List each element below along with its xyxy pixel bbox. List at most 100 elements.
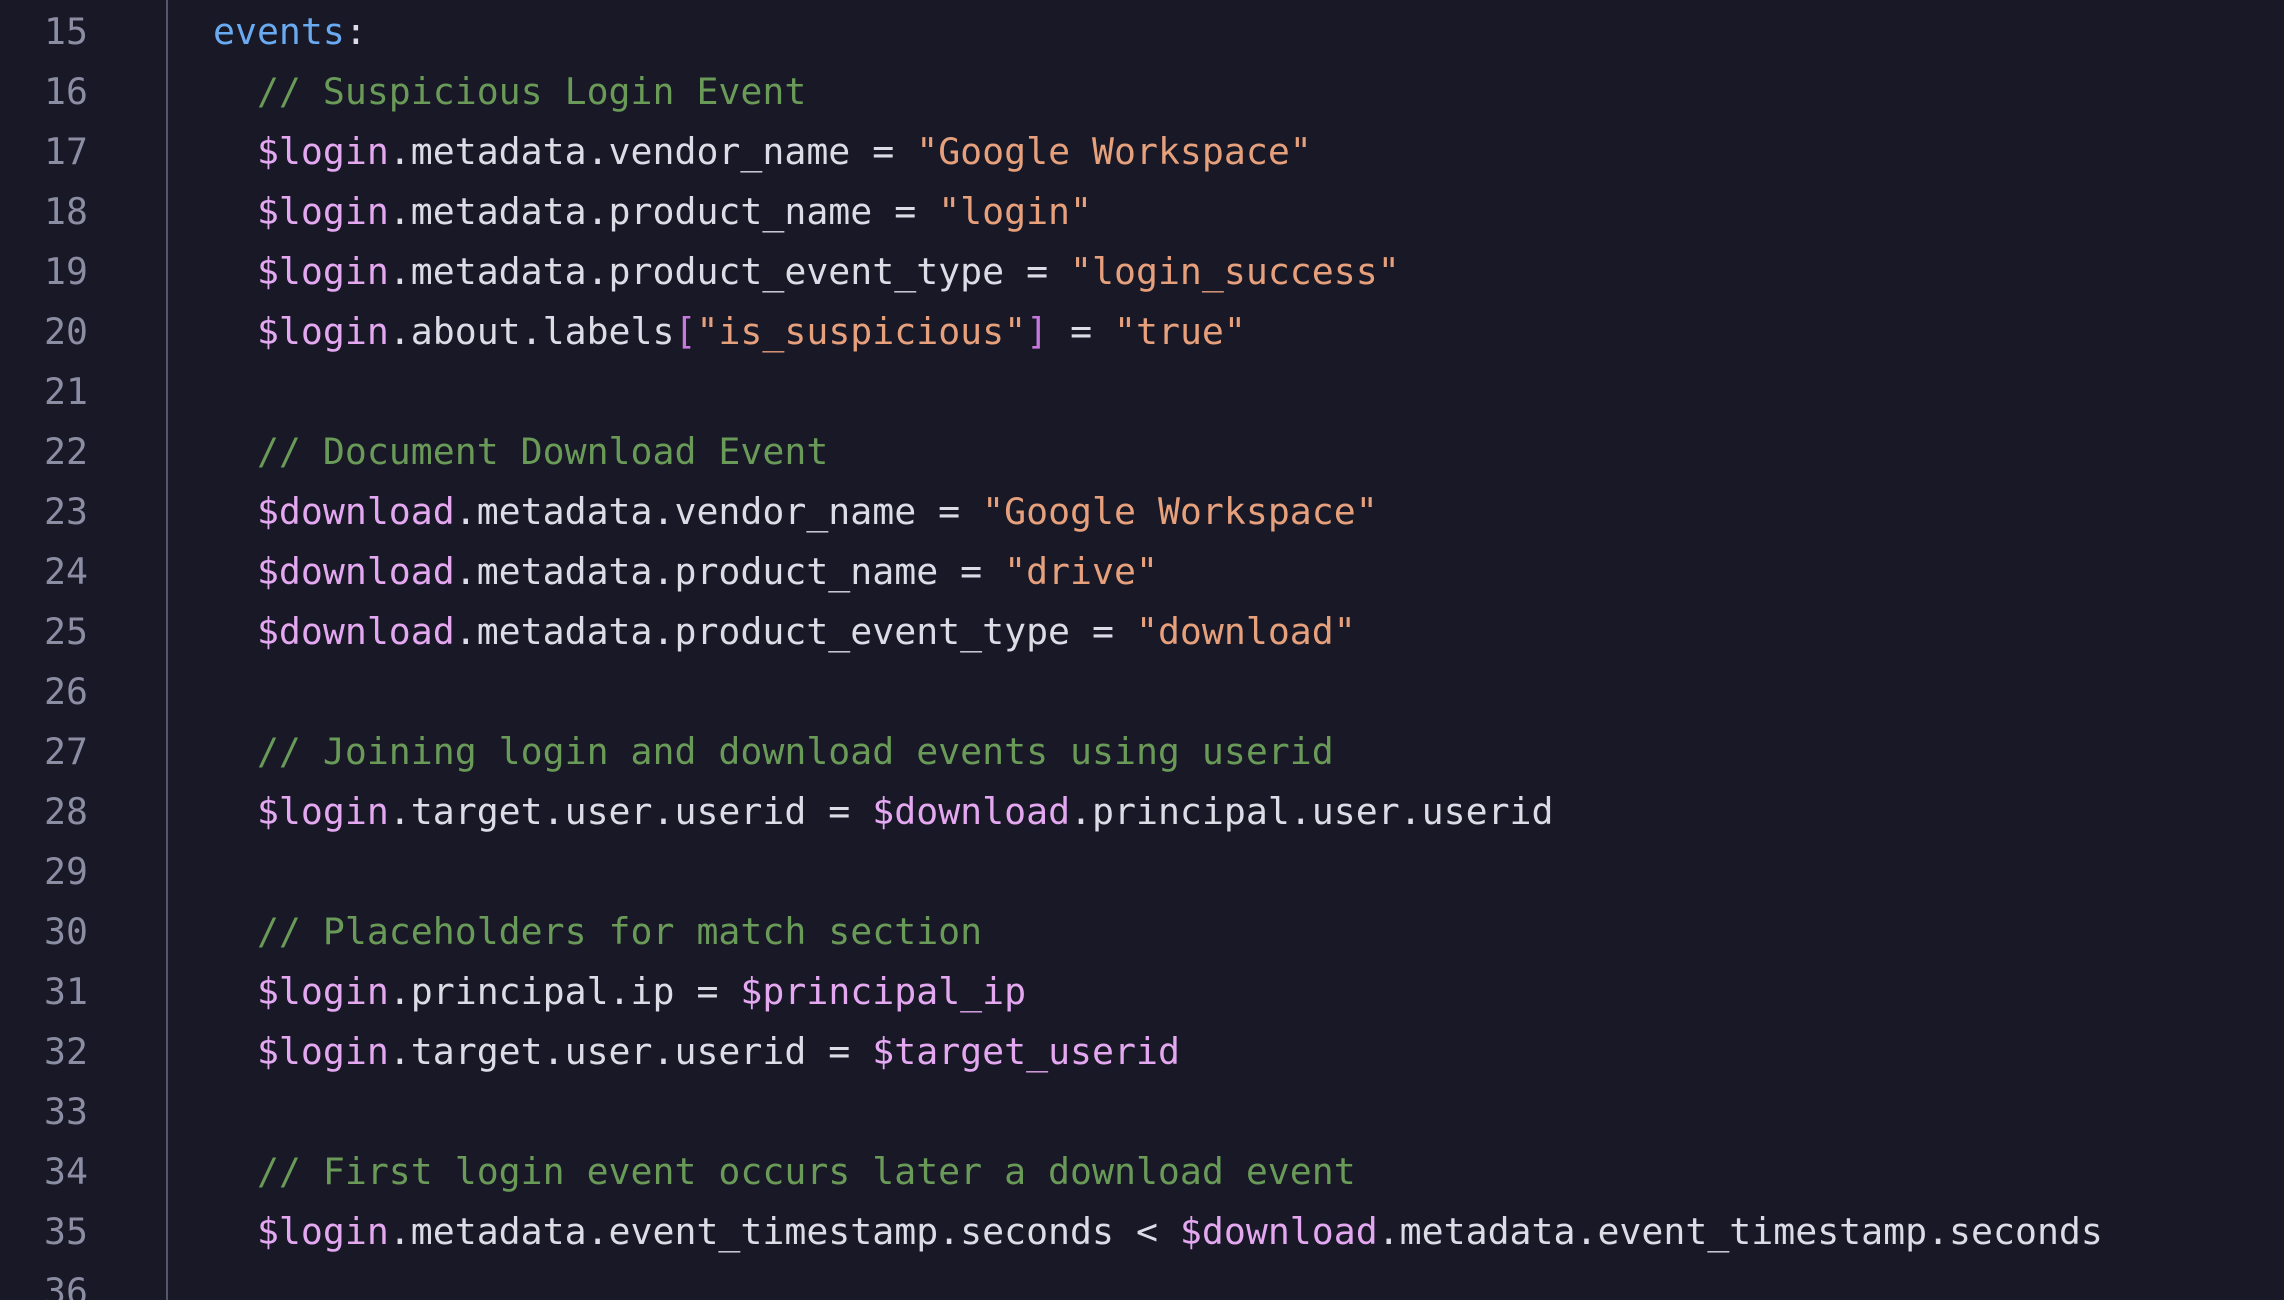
line-code: $login.metadata.event_timestamp.seconds … [213,1202,2103,1262]
code-text: .metadata.event_timestamp.seconds [1377,1210,2103,1253]
line-code: $login.about.labels["is_suspicious"] = "… [213,302,1246,362]
code-line[interactable]: 34 // First login event occurs later a d… [0,1142,2284,1202]
variable-token: $login [256,130,389,173]
variable-token: $login [256,790,389,833]
comment-token: // First login event occurs later a down… [213,1150,1356,1193]
code-line[interactable]: 32 $login.target.user.userid = $target_u… [0,1022,2284,1082]
code-line[interactable]: 29 [0,842,2284,902]
code-line[interactable]: 28 $login.target.user.userid = $download… [0,782,2284,842]
code-line[interactable]: 22 // Document Download Event [0,422,2284,482]
code-line[interactable]: 33 [0,1082,2284,1142]
line-number: 22 [44,430,88,473]
line-number: 27 [44,730,88,773]
code-editor[interactable]: 15 events: 16 // Suspicious Login Event 17 … [0,0,2284,1300]
code-line[interactable]: 19 $login.metadata.product_event_type = … [0,242,2284,302]
code-text: = [1048,310,1115,353]
code-line[interactable]: 17 $login.metadata.vendor_name = "Google… [0,122,2284,182]
variable-token: $login [256,1030,389,1073]
line-number: 15 [44,10,88,53]
line-number: 33 [44,1090,88,1133]
code-text: .about.labels [388,310,675,353]
line-code: // Joining login and download events usi… [213,722,1334,782]
code-line[interactable]: 20 $login.about.labels["is_suspicious"] … [0,302,2284,362]
bracket-token: [ [674,310,697,353]
comment-token: // Document Download Event [213,430,829,473]
string-token: "login_success" [1070,250,1400,293]
line-code: $login.metadata.product_name = "login" [213,182,1092,242]
variable-token: $login [256,310,389,353]
code-text: : [344,10,367,53]
code-line[interactable]: 21 [0,362,2284,422]
code-line[interactable]: 27 // Joining login and download events … [0,722,2284,782]
line-code: $download.metadata.product_event_type = … [213,602,1356,662]
line-number: 21 [44,370,88,413]
line-number: 35 [44,1210,88,1253]
line-number: 32 [44,1030,88,1073]
code-line[interactable]: 16 // Suspicious Login Event [0,62,2284,122]
variable-token: $login [256,250,389,293]
code-line[interactable]: 31 $login.principal.ip = $principal_ip [0,962,2284,1022]
code-text: .metadata.product_name = [454,550,1005,593]
code-line[interactable]: 30 // Placeholders for match section [0,902,2284,962]
string-token: "true" [1114,310,1246,353]
string-token: "download" [1135,610,1356,653]
string-token: "Google Workspace" [982,490,1378,533]
code-line[interactable]: 15 events: [0,2,2284,62]
line-number: 23 [44,490,88,533]
variable-token: $login [256,1210,389,1253]
variable-token: $download [256,610,455,653]
line-number: 26 [44,670,88,713]
line-number: 30 [44,910,88,953]
code-line[interactable]: 26 [0,662,2284,722]
line-code: $login.target.user.userid = $download.pr… [213,782,1554,842]
line-number: 20 [44,310,88,353]
code-text: .metadata.event_timestamp.seconds < [388,1210,1180,1253]
variable-token: $login [256,970,389,1013]
keyword-token: events [213,10,345,53]
code-text: .principal.ip = [388,970,741,1013]
code-text: .target.user.userid = [388,1030,873,1073]
code-line[interactable]: 23 $download.metadata.vendor_name = "Goo… [0,482,2284,542]
comment-token: // Joining login and download events usi… [213,730,1334,773]
line-code: $login.principal.ip = $principal_ip [213,962,1026,1022]
line-code: // Suspicious Login Event [213,62,806,122]
line-code: $login.target.user.userid = $target_user… [213,1022,1180,1082]
code-line[interactable]: 18 $login.metadata.product_name = "login… [0,182,2284,242]
comment-token: // Suspicious Login Event [213,70,807,113]
variable-token: $download [256,490,455,533]
line-number: 16 [44,70,88,113]
line-code: $login.metadata.vendor_name = "Google Wo… [213,122,1312,182]
line-number: 28 [44,790,88,833]
line-number: 36 [44,1270,88,1300]
comment-token: // Placeholders for match section [213,910,983,953]
line-number: 17 [44,130,88,173]
code-line[interactable]: 25 $download.metadata.product_event_type… [0,602,2284,662]
bracket-token: ] [1026,310,1049,353]
code-line[interactable]: 36 [0,1262,2284,1300]
variable-token: $download [1179,1210,1378,1253]
line-number: 31 [44,970,88,1013]
code-text: .metadata.vendor_name = [388,130,917,173]
line-code: // Document Download Event [213,422,828,482]
variable-token: $login [256,190,389,233]
code-text: .principal.user.userid [1070,790,1554,833]
code-text: .metadata.product_event_type = [388,250,1071,293]
string-token: "login" [938,190,1093,233]
code-text: .target.user.userid = [388,790,873,833]
code-line[interactable]: 35 $login.metadata.event_timestamp.secon… [0,1202,2284,1262]
line-number: 25 [44,610,88,653]
line-number: 34 [44,1150,88,1193]
line-code: events: [213,2,367,62]
line-code: // First login event occurs later a down… [213,1142,1356,1202]
code-line[interactable]: 24 $download.metadata.product_name = "dr… [0,542,2284,602]
variable-token: $target_userid [872,1030,1180,1073]
line-code: $download.metadata.vendor_name = "Google… [213,482,1378,542]
line-number: 18 [44,190,88,233]
